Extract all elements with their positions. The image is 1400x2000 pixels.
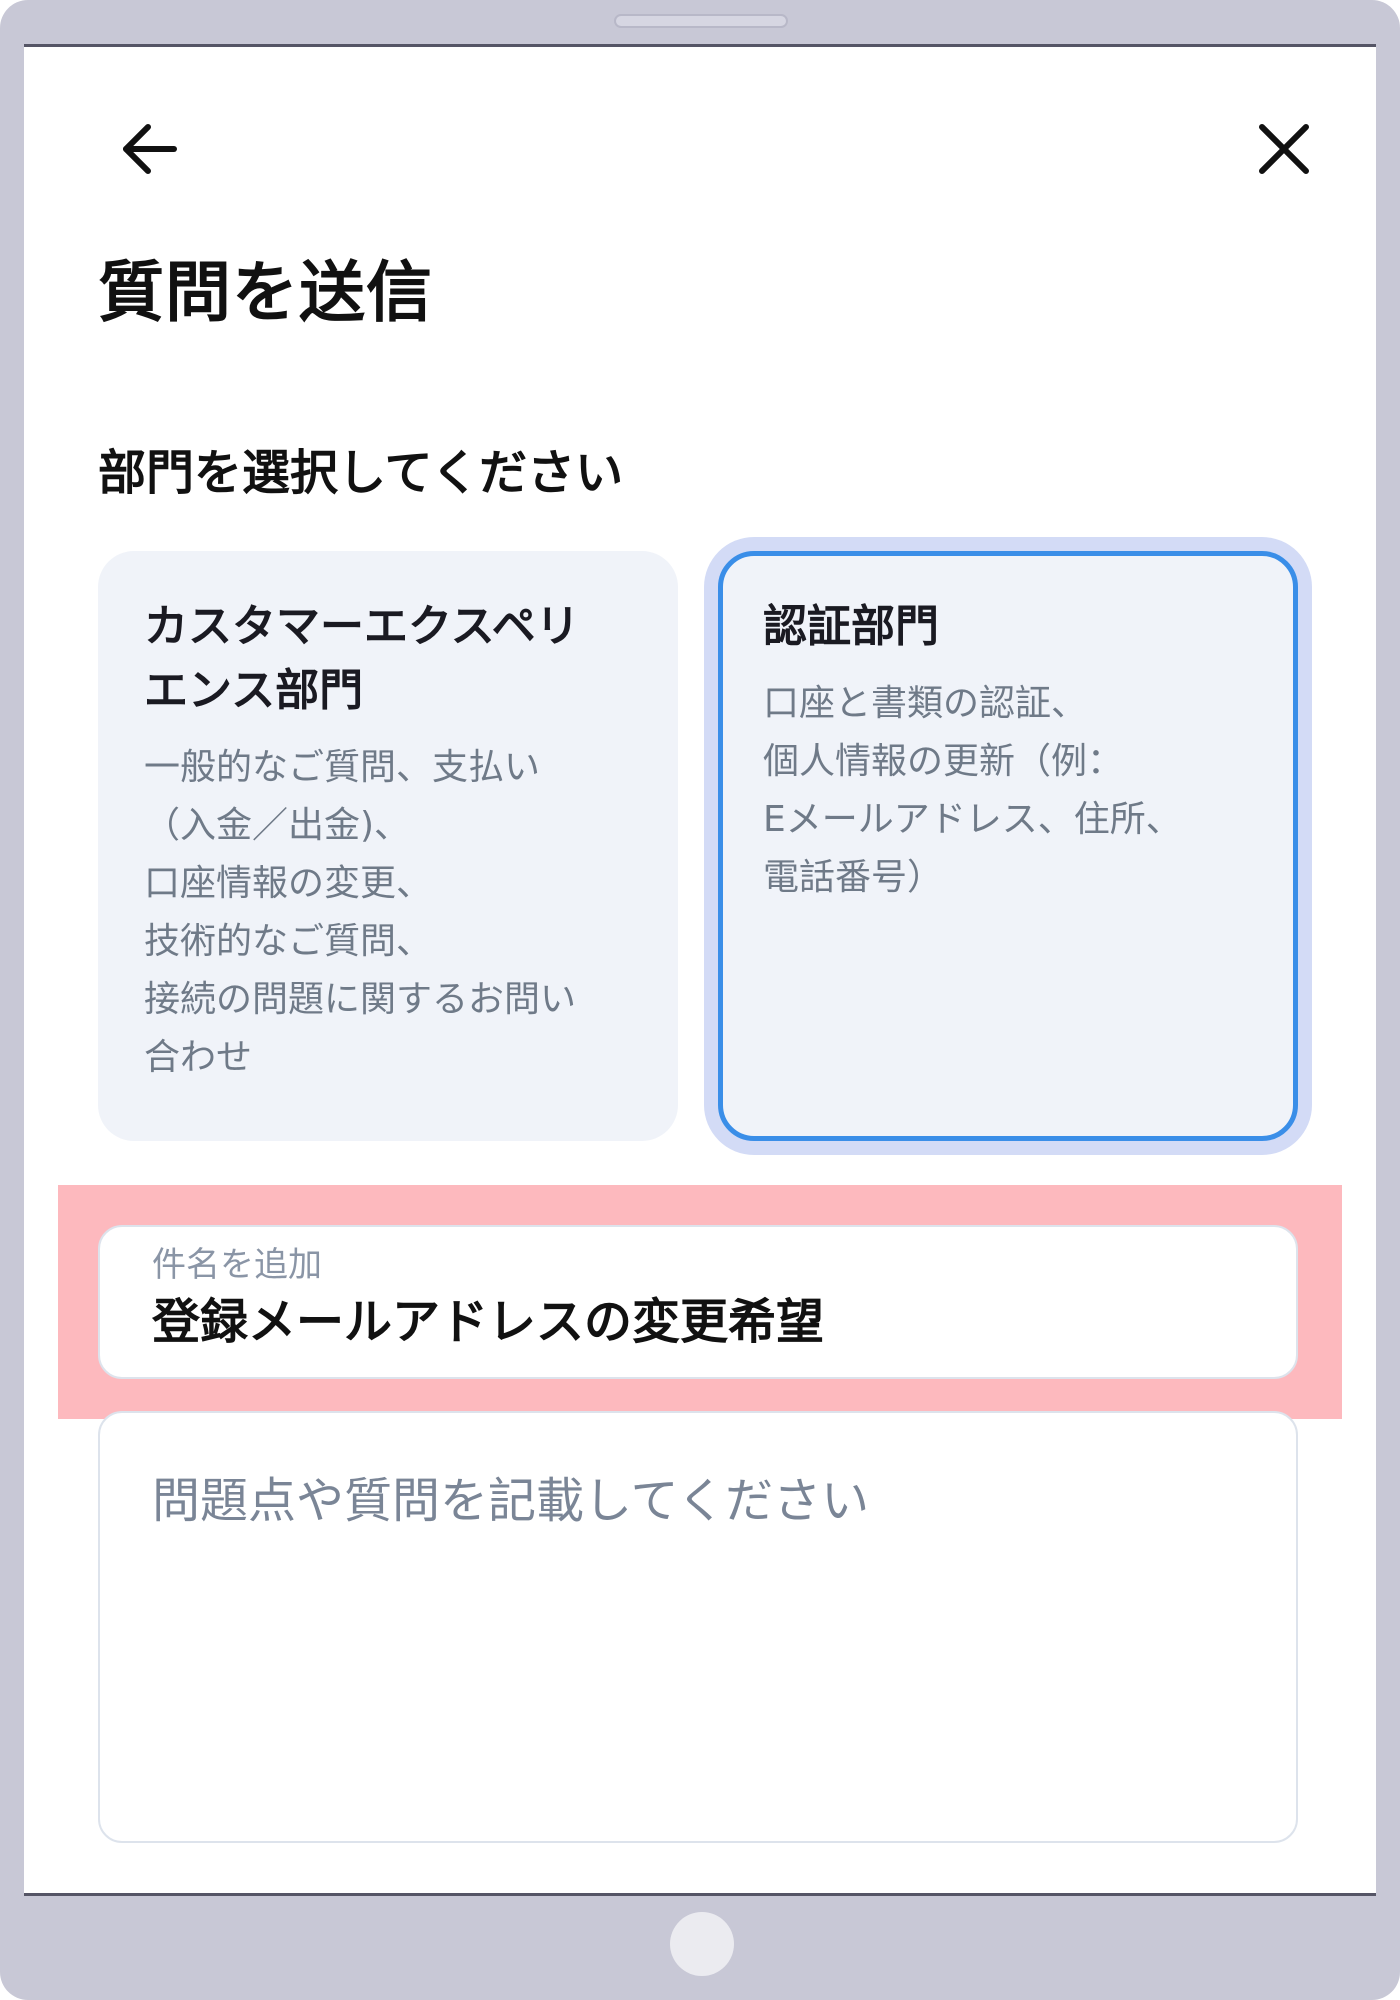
subject-input[interactable]: 件名を追加 登録メールアドレスの変更希望	[98, 1225, 1298, 1379]
home-button[interactable]	[670, 1912, 734, 1976]
department-description: 一般的なご質問、支払い （入金／出金)、 口座情報の変更、 技術的なご質問、 接…	[144, 747, 577, 1078]
message-textarea[interactable]: 問題点や質問を記載してください	[98, 1411, 1298, 1843]
screen: 質問を送信 部門を選択してください カスタマーエクスペリ エンス部門 一般的なご…	[24, 44, 1376, 1896]
department-card-customer-experience[interactable]: カスタマーエクスペリ エンス部門 一般的なご質問、支払い （入金／出金)、 口座…	[98, 551, 678, 1141]
tablet-frame: 質問を送信 部門を選択してください カスタマーエクスペリ エンス部門 一般的なご…	[0, 0, 1400, 2000]
speaker-grille	[614, 14, 788, 28]
subject-value: 登録メールアドレスの変更希望	[152, 1294, 825, 1350]
department-card-verification[interactable]: 認証部門 口座と書類の認証、 個人情報の更新（例： Eメールアドレス、住所、 電…	[718, 551, 1298, 1141]
close-icon[interactable]	[1242, 107, 1326, 191]
department-title: カスタマーエクスペリ エンス部門	[144, 601, 580, 716]
department-title: 認証部門	[763, 601, 939, 652]
section-heading: 部門を選択してください	[98, 445, 624, 501]
subject-label: 件名を追加	[152, 1245, 322, 1285]
message-placeholder: 問題点や質問を記載してください	[152, 1473, 870, 1529]
department-description: 口座と書類の認証、 個人情報の更新（例： Eメールアドレス、住所、 電話番号）	[763, 683, 1182, 898]
arrow-left-icon[interactable]	[108, 107, 192, 191]
page-title: 質問を送信	[98, 254, 433, 331]
